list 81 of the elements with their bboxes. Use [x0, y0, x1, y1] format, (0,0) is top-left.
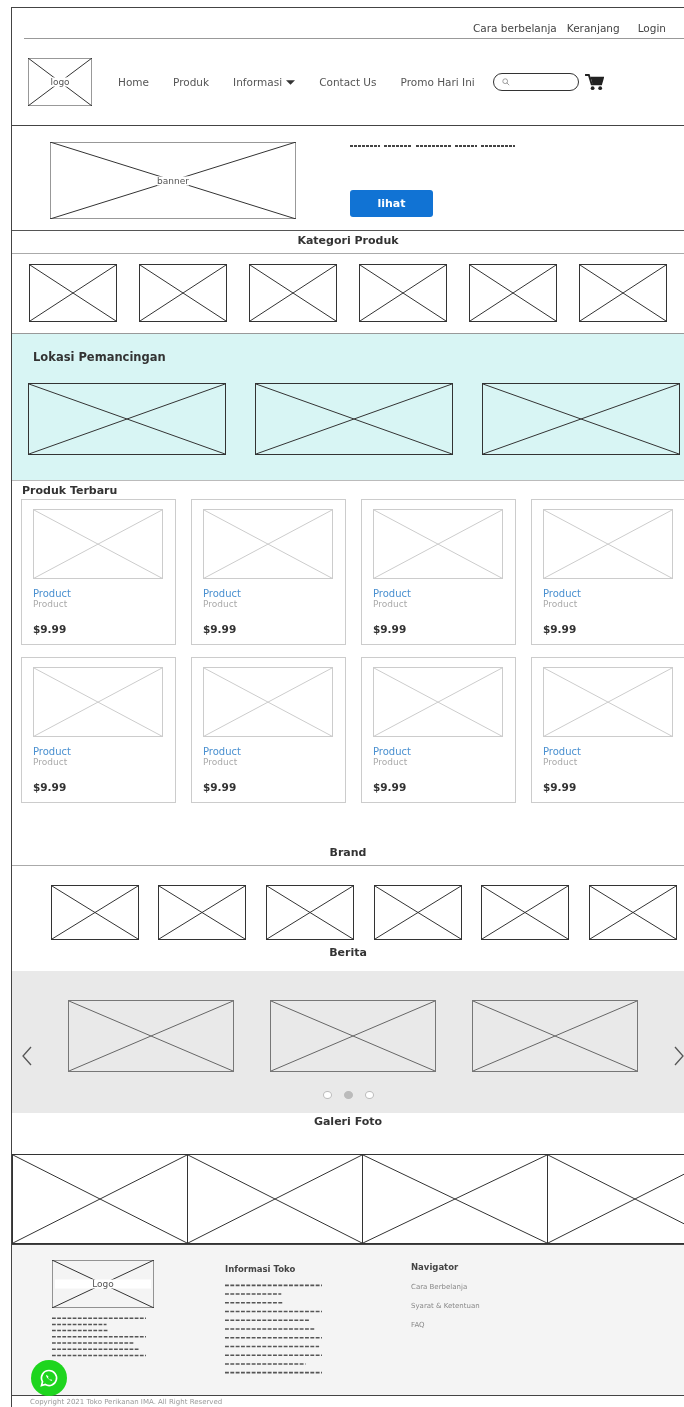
brand-image-placeholder[interactable] [589, 885, 678, 940]
product-card[interactable]: Product Product $9.99 [21, 657, 176, 803]
search-icon [501, 78, 510, 86]
product-card[interactable]: Product Product $9.99 [531, 499, 684, 645]
cart-icon[interactable] [584, 73, 604, 91]
brand-image-placeholder[interactable] [266, 885, 355, 940]
location-image-placeholder[interactable] [255, 383, 453, 455]
gallery-image-placeholder[interactable] [187, 1154, 363, 1244]
logo-label: logo [50, 77, 70, 87]
top-link[interactable]: Login [637, 22, 666, 34]
nav-link[interactable]: Promo Hari Ini [400, 76, 475, 88]
brand-image-placeholder[interactable] [158, 885, 247, 940]
news-image-placeholder[interactable] [68, 1000, 234, 1072]
product-price: $9.99 [33, 623, 68, 635]
product-subtitle: Product [33, 757, 69, 768]
news-image-placeholder[interactable] [270, 1000, 436, 1072]
product-name[interactable]: Product [203, 588, 334, 600]
top-link[interactable]: Keranjang [566, 22, 620, 34]
product-price: $9.99 [543, 781, 578, 793]
product-card[interactable]: Product Product $9.99 [361, 499, 516, 645]
section-title: Galeri Foto [312, 1114, 384, 1130]
product-name[interactable]: Product [203, 746, 334, 758]
nav-dropdown[interactable]: Informasi [233, 76, 296, 88]
category-image-placeholder[interactable] [249, 264, 337, 322]
nav-link[interactable]: Home [118, 76, 149, 88]
location-image-placeholder[interactable] [482, 383, 680, 455]
section-title: Lokasi Pemancingan [32, 349, 167, 364]
product-name[interactable]: Product [373, 746, 504, 758]
product-price: $9.99 [373, 781, 408, 793]
product-card[interactable]: Product Product $9.99 [191, 499, 346, 645]
brand-image-placeholder[interactable] [373, 885, 462, 940]
section-title: Brand [12, 843, 684, 866]
carousel-dot[interactable] [343, 1091, 353, 1099]
gallery-image-placeholder[interactable] [12, 1154, 188, 1244]
section-title: Produk Terbaru [21, 483, 119, 499]
product-subtitle: Product [373, 757, 409, 768]
product-subtitle: Product [33, 599, 69, 610]
product-subtitle: Product [203, 599, 239, 610]
top-link[interactable]: Cara berbelanja [473, 22, 557, 34]
category-image-placeholder[interactable] [29, 264, 117, 322]
location-image-placeholder[interactable] [28, 383, 226, 455]
category-image-placeholder[interactable] [359, 264, 447, 322]
product-name[interactable]: Product [33, 746, 164, 758]
category-image-placeholder[interactable] [579, 264, 667, 322]
product-subtitle: Product [373, 599, 409, 610]
brand-image-placeholder[interactable] [481, 885, 570, 940]
chat-phone-icon [39, 1368, 59, 1388]
section-title: Berita [328, 945, 368, 961]
product-card[interactable]: Product Product $9.99 [191, 657, 346, 803]
product-price: $9.99 [203, 781, 238, 793]
product-name[interactable]: Product [543, 588, 674, 600]
banner-label: banner [157, 176, 189, 185]
product-name[interactable]: Product [543, 746, 674, 758]
product-price: $9.99 [373, 623, 408, 635]
lihat-button[interactable]: lihat [350, 190, 433, 217]
section-title: Kategori Produk [12, 231, 684, 254]
category-image-placeholder[interactable] [469, 264, 557, 322]
gallery-image-placeholder[interactable] [362, 1154, 548, 1244]
news-image-placeholder[interactable] [472, 1000, 638, 1072]
product-name[interactable]: Product [33, 588, 164, 600]
footer-heading: Navigator [411, 1262, 460, 1272]
product-price: $9.99 [203, 623, 238, 635]
carousel-dot[interactable] [322, 1091, 332, 1099]
carousel-dot[interactable] [364, 1091, 374, 1099]
nav-link[interactable]: Contact Us [319, 76, 377, 88]
brand-image-placeholder[interactable] [50, 885, 139, 940]
product-card[interactable]: Product Product $9.99 [361, 657, 516, 803]
footer-heading: Informasi Toko [225, 1264, 297, 1274]
product-subtitle: Product [203, 757, 239, 768]
product-subtitle: Product [543, 757, 579, 768]
product-price: $9.99 [543, 623, 578, 635]
logo-label: Logo [55, 1279, 151, 1289]
product-price: $9.99 [33, 781, 68, 793]
product-card[interactable]: Product Product $9.99 [531, 657, 684, 803]
product-subtitle: Product [543, 599, 579, 610]
product-card[interactable]: Product Product $9.99 [21, 499, 176, 645]
nav-link[interactable]: Produk [173, 76, 210, 88]
category-image-placeholder[interactable] [139, 264, 227, 322]
logo-placeholder[interactable] [28, 58, 92, 106]
product-name[interactable]: Product [373, 588, 504, 600]
caret-icon [286, 79, 296, 85]
